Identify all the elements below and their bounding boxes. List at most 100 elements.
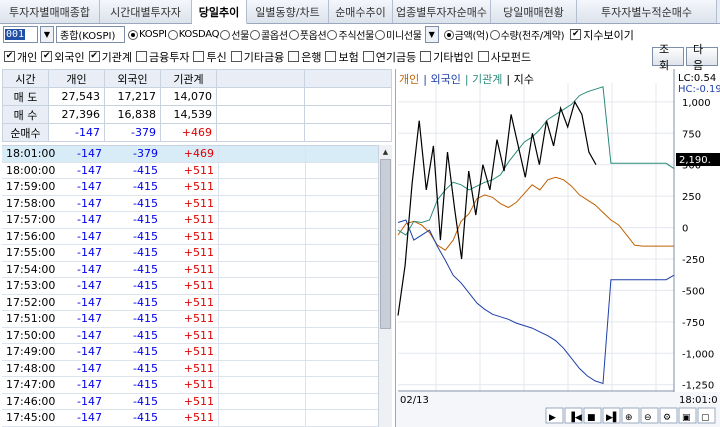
check-icon [288, 51, 300, 62]
timeline-list[interactable]: 18:01:00 -147 -379 +469 18:00:00 -147 -415 +511… [2, 145, 392, 427]
cell-foreign: 16,838 [104, 105, 161, 124]
cell-blank [303, 105, 392, 124]
cell-time: 17:59:00 [6, 180, 56, 194]
y-tick-label: -1,250 [682, 381, 714, 392]
table-row[interactable]: 17:54:00 -147 -415 +511 [2, 261, 392, 278]
investor-checkbox[interactable]: ✔ 개인 [3, 49, 37, 65]
scroll-up-icon[interactable]: ▲ [379, 145, 392, 158]
tab-5[interactable]: 순매수추이 [329, 0, 393, 23]
cell-time: 18:00:00 [6, 163, 56, 177]
table-row[interactable]: 17:57:00 -147 -415 +511 [2, 212, 392, 229]
table-row[interactable]: 17:48:00 -147 -415 +511 [2, 360, 392, 377]
cell-time: 18:01:00 [6, 147, 56, 161]
timeline-scrollbar[interactable]: ▲ [378, 145, 392, 427]
query-button[interactable]: 조회 [652, 43, 684, 72]
tab-2[interactable]: 시간대별투자자 [100, 0, 192, 23]
table-row[interactable]: 17:59:00 -147 -415 +511 [2, 179, 392, 196]
investor-checkbox[interactable]: 사모펀드 [477, 49, 531, 65]
table-row[interactable]: 17:58:00 -147 -415 +511 [2, 195, 392, 212]
table-row[interactable]: 17:46:00 -147 -415 +511 [2, 393, 392, 410]
table-row[interactable]: 18:00:00 -147 -415 +511 [2, 162, 392, 179]
investor-checkbox[interactable]: 보험 [324, 49, 359, 65]
table-row[interactable]: 17:56:00 -147 -415 +511 [2, 228, 392, 245]
y-tick-label: -500 [682, 286, 705, 297]
investor-checkbox[interactable]: 연기금등 [362, 49, 416, 65]
table-row[interactable]: 17:51:00 -147 -415 +511 [2, 311, 392, 328]
code-input[interactable]: 001 [3, 26, 38, 43]
table-row[interactable]: 17:53:00 -147 -415 +511 [2, 278, 392, 295]
tab-3[interactable]: 당일추이 [192, 0, 247, 24]
checkbox-label: 보험 [338, 50, 359, 64]
cell-blank [218, 261, 305, 277]
radio-icon[interactable] [220, 29, 231, 40]
investor-checkbox-group: ✔ 개인 ✔ 외국인 ✔ 기관계 금융투자 투신 기타금융 은행 보험 연기금등 기타법인 사모펀드 [3, 49, 534, 65]
cell-institution: +511 [183, 213, 214, 227]
cell-institution: +511 [183, 312, 214, 326]
code-dropdown-icon[interactable]: ▼ [40, 26, 54, 43]
summary-row-net: 순매수 -147 -379 +469 [2, 123, 392, 142]
radio-icon[interactable] [167, 29, 178, 40]
table-row[interactable]: 17:49:00 -147 -415 +511 [2, 344, 392, 361]
cell-individual: -147 [77, 411, 102, 425]
cell-individual: -147 [77, 328, 102, 342]
table-row[interactable]: 17:55:00 -147 -415 +511 [2, 245, 392, 262]
investor-checkbox[interactable]: 은행 [287, 49, 321, 65]
cell-time: 17:45:00 [6, 411, 56, 425]
cell-time: 17:57:00 [6, 213, 56, 227]
cell-foreign: -415 [133, 345, 158, 359]
series-line [397, 100, 597, 316]
radio-icon[interactable] [250, 29, 261, 40]
check-icon [230, 51, 242, 62]
table-row[interactable]: 17:47:00 -147 -415 +511 [2, 377, 392, 394]
scroll-thumb[interactable] [380, 159, 391, 329]
tab-1[interactable]: 투자자별매매종합 [0, 0, 100, 23]
cell-time: 17:56:00 [6, 229, 56, 243]
tab-4[interactable]: 일별동향/차트 [247, 0, 329, 23]
radio-icon[interactable] [443, 29, 454, 40]
table-row[interactable]: 17:52:00 -147 -415 +511 [2, 294, 392, 311]
market-name-field[interactable]: 종합(KOSPI) [56, 26, 125, 43]
cell-individual: -147 [77, 229, 102, 243]
investor-checkbox[interactable]: 기타금융 [230, 49, 284, 65]
radio-icon[interactable] [288, 29, 299, 40]
investor-checkbox[interactable]: 금융투자 [135, 49, 189, 65]
radio-icon[interactable] [489, 29, 500, 40]
cell-institution: 14,539 [160, 105, 217, 124]
radio-icon[interactable] [327, 29, 338, 40]
cell-individual: 27,543 [48, 87, 105, 106]
chart-tool-icon: ▐◀ [568, 411, 582, 423]
tab-7[interactable]: 당일매매현황 [491, 0, 577, 23]
chart-tool-icon: ⊕ [625, 413, 633, 423]
investor-checkbox[interactable]: 투신 [192, 49, 227, 65]
table-row[interactable]: 17:45:00 -147 -415 +511 [2, 410, 392, 427]
table-row[interactable]: 17:50:00 -147 -415 +511 [2, 327, 392, 344]
summary-header-row: 시간 개인 외국인 기관계 [2, 69, 392, 88]
next-button[interactable]: 다음 [686, 43, 718, 72]
index-view-checkbox[interactable]: ✔ 지수보이기 [569, 27, 634, 43]
chart-canvas[interactable]: 1,0007505002500-250-500-750-1,000-1,250L… [396, 69, 720, 427]
cell-institution: +511 [183, 196, 214, 210]
radio-icon[interactable] [375, 29, 386, 40]
table-row[interactable]: 18:01:00 -147 -379 +469 [2, 146, 392, 163]
investor-checkbox[interactable]: 기타법인 [419, 49, 474, 65]
cell-individual: -147 [77, 312, 102, 326]
checkbox-label: 연기금등 [375, 50, 417, 64]
cell-individual: -147 [77, 361, 102, 375]
cell-institution: +511 [183, 246, 214, 260]
header-institution: 기관계 [160, 69, 217, 88]
cell-foreign: -415 [133, 246, 158, 260]
series-line [397, 176, 674, 251]
cell-individual: -147 [77, 180, 102, 194]
cell-blank [218, 311, 305, 327]
investor-checkbox[interactable]: ✔ 외국인 [40, 49, 85, 65]
cell-institution: +469 [160, 123, 217, 142]
tab-8[interactable]: 투자자별누적순매수 [577, 0, 717, 23]
investor-checkbox[interactable]: ✔ 기관계 [88, 49, 132, 65]
market-dropdown-icon[interactable]: ▼ [424, 26, 439, 43]
cell-time: 17:52:00 [6, 295, 56, 309]
cell-foreign: -415 [133, 163, 158, 177]
tab-6[interactable]: 업종별투자자순매수 [393, 0, 491, 23]
cell-institution: +511 [183, 229, 214, 243]
chart-tool-icon: ▣ [682, 413, 691, 423]
radio-icon[interactable] [128, 29, 138, 40]
